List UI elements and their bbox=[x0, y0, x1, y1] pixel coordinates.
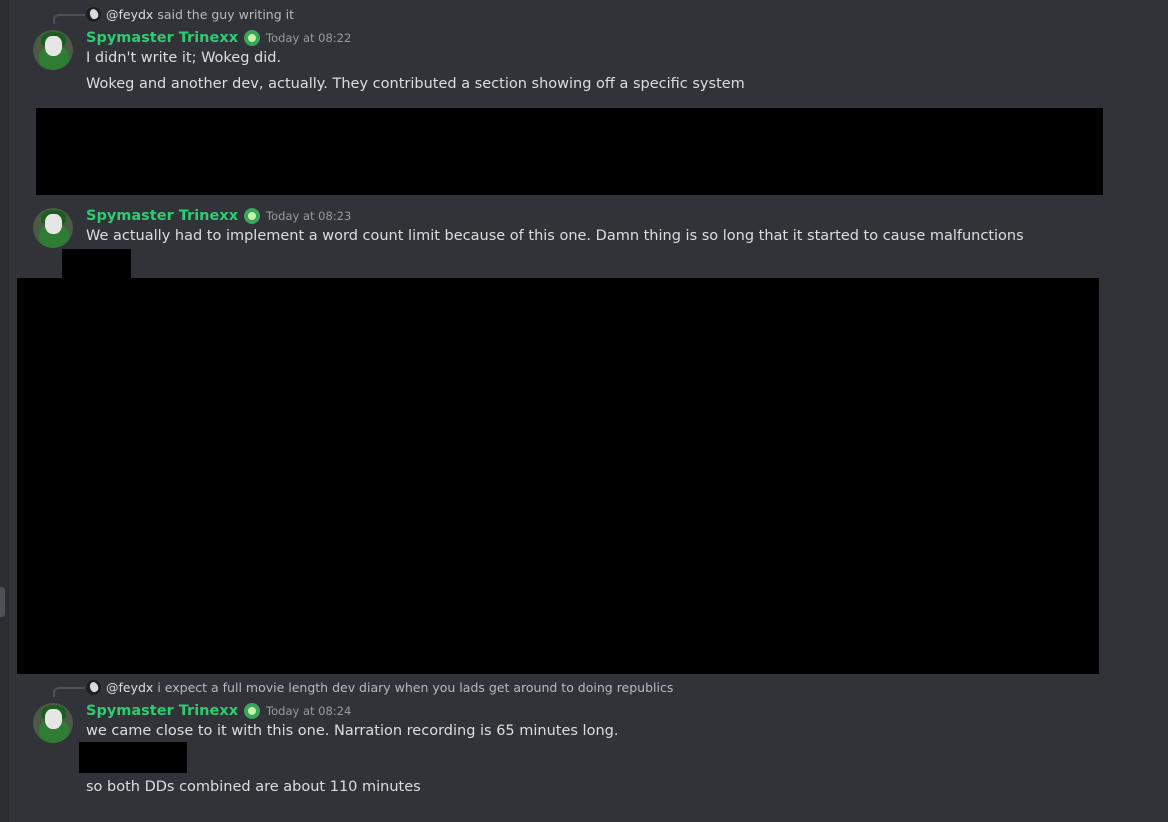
left-scroll-strip bbox=[0, 0, 9, 822]
redacted-embed bbox=[79, 742, 187, 773]
avatar[interactable] bbox=[33, 208, 73, 248]
avatar[interactable] bbox=[33, 703, 73, 743]
avatar[interactable] bbox=[33, 30, 73, 70]
role-badge-icon bbox=[244, 30, 261, 46]
reply-preview[interactable]: @feydx i expect a full movie length dev … bbox=[86, 679, 673, 695]
redacted-attachment bbox=[36, 108, 1103, 195]
timestamp: Today at 08:23 bbox=[266, 209, 352, 223]
message-text: We actually had to implement a word coun… bbox=[86, 228, 1024, 244]
reply-username[interactable]: @feydx bbox=[106, 7, 153, 22]
message-header: Spymaster Trinexx Today at 08:24 bbox=[86, 701, 351, 721]
reply-avatar bbox=[86, 679, 101, 695]
timestamp: Today at 08:24 bbox=[266, 704, 352, 718]
message-header: Spymaster Trinexx Today at 08:23 bbox=[86, 206, 351, 226]
message-header: Spymaster Trinexx Today at 08:22 bbox=[86, 28, 351, 48]
redacted-attachment bbox=[17, 278, 1099, 674]
reply-preview[interactable]: @feydx said the guy writing it bbox=[86, 6, 294, 22]
role-badge-icon bbox=[244, 208, 261, 224]
message-text: Wokeg and another dev, actually. They co… bbox=[86, 76, 745, 92]
reply-username[interactable]: @feydx bbox=[106, 680, 153, 695]
message-text: I didn't write it; Wokeg did. bbox=[86, 50, 282, 66]
username[interactable]: Spymaster Trinexx bbox=[86, 208, 238, 224]
role-badge-icon bbox=[244, 703, 261, 719]
reply-text: i expect a full movie length dev diary w… bbox=[157, 679, 674, 695]
username[interactable]: Spymaster Trinexx bbox=[86, 703, 238, 719]
message-text: so both DDs combined are about 110 minut… bbox=[86, 779, 421, 795]
scroll-handle[interactable] bbox=[0, 587, 5, 617]
username[interactable]: Spymaster Trinexx bbox=[86, 30, 238, 46]
reply-text: said the guy writing it bbox=[157, 6, 295, 22]
reply-avatar bbox=[86, 6, 101, 22]
timestamp: Today at 08:22 bbox=[266, 31, 352, 45]
reply-connector bbox=[53, 687, 85, 697]
message-text: we came close to it with this one. Narra… bbox=[86, 723, 619, 739]
reply-connector bbox=[53, 14, 85, 24]
